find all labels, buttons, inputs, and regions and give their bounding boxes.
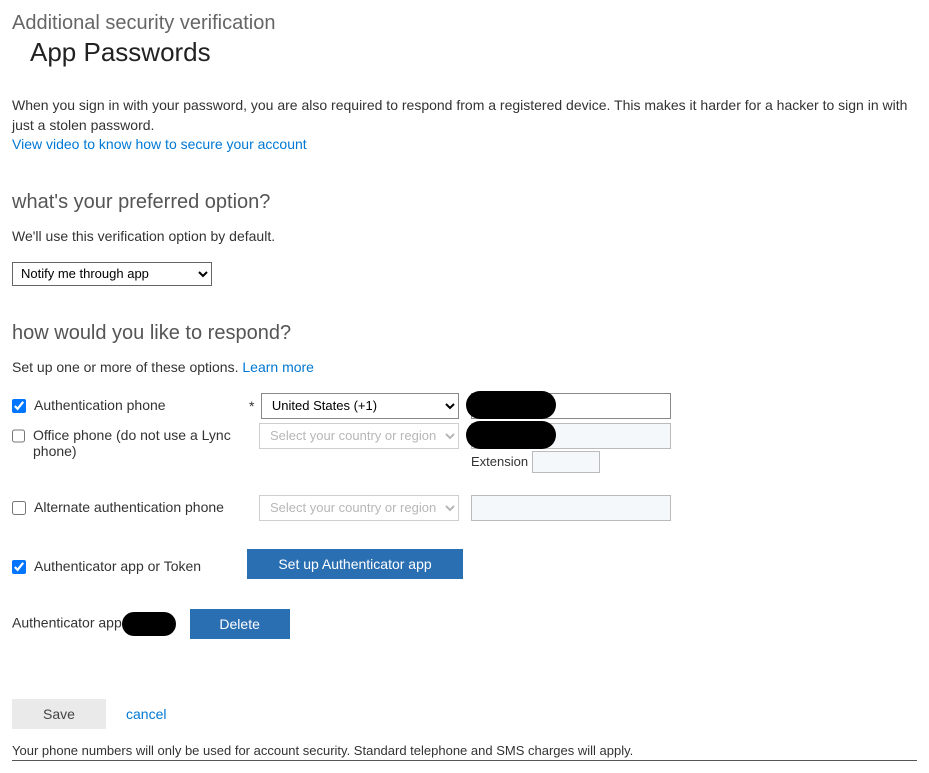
alt-phone-label: Alternate authentication phone <box>34 499 224 515</box>
extension-label: Extension <box>471 454 528 469</box>
extension-input <box>532 451 600 473</box>
registered-app-label: Authenticator app <box>12 614 122 630</box>
delete-button[interactable]: Delete <box>190 609 290 639</box>
redacted-office-phone <box>466 421 556 449</box>
auth-app-checkbox[interactable] <box>12 560 26 574</box>
redacted-phone <box>466 391 556 419</box>
auth-phone-country-select[interactable]: United States (+1) <box>261 393 459 419</box>
office-phone-checkbox[interactable] <box>12 429 25 443</box>
intro-text: When you sign in with your password, you… <box>12 97 907 133</box>
auth-phone-checkbox[interactable] <box>12 399 26 413</box>
alt-phone-input[interactable] <box>471 495 671 521</box>
office-phone-country-select: Select your country or region <box>259 423 459 449</box>
tab-app-passwords[interactable]: App Passwords <box>30 37 917 68</box>
respond-sub: Set up one or more of these options. <box>12 359 242 375</box>
tab-additional-security[interactable]: Additional security verification <box>12 12 917 35</box>
footer-note: Your phone numbers will only be used for… <box>12 743 917 761</box>
respond-heading: how would you like to respond? <box>12 322 917 345</box>
alt-phone-checkbox[interactable] <box>12 501 26 515</box>
required-star: * <box>249 398 261 414</box>
learn-more-link[interactable]: Learn more <box>242 359 314 375</box>
redacted-device-name <box>122 612 176 636</box>
alt-phone-country-select: Select your country or region <box>259 495 459 521</box>
view-video-link[interactable]: View video to know how to secure your ac… <box>12 136 307 152</box>
preferred-option-heading: what's your preferred option? <box>12 191 917 214</box>
auth-app-label: Authenticator app or Token <box>34 558 201 574</box>
preferred-option-select[interactable]: Notify me through app <box>12 262 212 286</box>
cancel-link[interactable]: cancel <box>126 706 166 722</box>
office-phone-label: Office phone (do not use a Lync phone) <box>33 427 237 459</box>
auth-phone-label: Authentication phone <box>34 397 166 413</box>
setup-authenticator-button[interactable]: Set up Authenticator app <box>247 549 463 579</box>
save-button[interactable]: Save <box>12 699 106 729</box>
preferred-option-sub: We'll use this verification option by de… <box>12 228 917 244</box>
